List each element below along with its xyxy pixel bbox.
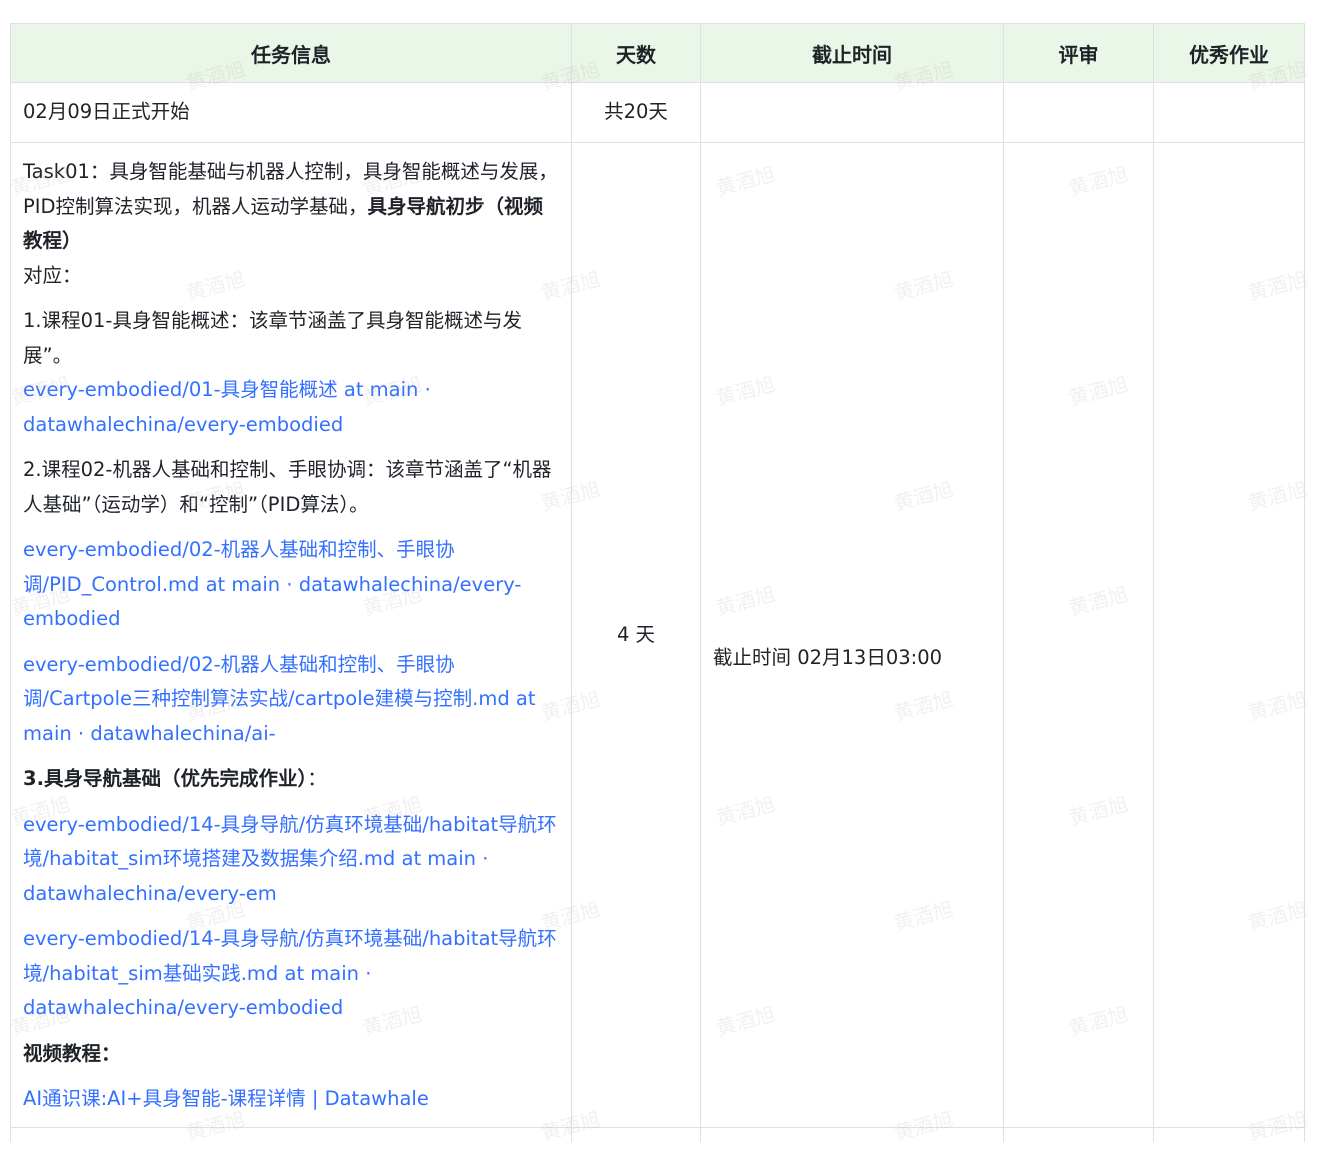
header-days: 天数 xyxy=(571,23,701,83)
cell-deadline xyxy=(700,82,1004,143)
cell-total-days: 共20天 xyxy=(571,82,701,143)
cell-next-task xyxy=(10,1126,572,1142)
task01-course3-bold: 3.具身导航基础（优先完成作业） xyxy=(23,767,308,790)
task-table: 任务信息 天数 截止时间 评审 优秀作业 02月09日正式开始 共20天 Tas… xyxy=(10,23,1305,1142)
header-deadline: 截止时间 xyxy=(700,23,1004,83)
cell-next-excellent xyxy=(1153,1126,1305,1142)
task01-link-course01[interactable]: every-embodied/01-具身智能概述 at main · dataw… xyxy=(23,373,559,442)
cell-task01-excellent-work xyxy=(1153,142,1305,1128)
table-row-next xyxy=(10,1126,1305,1142)
header-review: 评审 xyxy=(1003,23,1154,83)
table-row-task01: Task01：具身智能基础与机器人控制，具身智能概述与发展，PID控制算法实现，… xyxy=(10,142,1305,1128)
task01-link-habitat-setup[interactable]: every-embodied/14-具身导航/仿真环境基础/habitat导航环… xyxy=(23,808,559,912)
header-task-info: 任务信息 xyxy=(10,23,572,83)
cell-review xyxy=(1003,82,1154,143)
task-table-container: 任务信息 天数 截止时间 评审 优秀作业 02月09日正式开始 共20天 Tas… xyxy=(10,23,1305,1142)
table-header-row: 任务信息 天数 截止时间 评审 优秀作业 xyxy=(10,23,1305,83)
task01-link-habitat-practice[interactable]: every-embodied/14-具身导航/仿真环境基础/habitat导航环… xyxy=(23,922,559,1026)
task01-link-pid-control[interactable]: every-embodied/02-机器人基础和控制、手眼协调/PID_Cont… xyxy=(23,533,559,637)
cell-excellent-work xyxy=(1153,82,1305,143)
header-excellent-work: 优秀作业 xyxy=(1153,23,1305,83)
task01-video-label: 视频教程： xyxy=(23,1041,121,1065)
task01-course1: 1.课程01-具身智能概述：该章节涵盖了具身智能概述与发展”。 xyxy=(23,309,522,367)
cell-next-deadline xyxy=(700,1126,1004,1142)
cell-task01-review xyxy=(1003,142,1154,1128)
task01-link-cartpole[interactable]: every-embodied/02-机器人基础和控制、手眼协调/Cartpole… xyxy=(23,648,559,752)
task01-course3-colon: ： xyxy=(307,767,327,790)
task01-link-video-course[interactable]: AI通识课:AI+具身智能-课程详情 | Datawhale xyxy=(23,1082,559,1117)
task01-course3: 3.具身导航基础（优先完成作业）： xyxy=(23,762,559,797)
cell-next-review xyxy=(1003,1126,1154,1142)
cell-next-days xyxy=(571,1126,701,1142)
task01-correspond: 对应： xyxy=(23,263,82,287)
table-row: 02月09日正式开始 共20天 xyxy=(10,82,1305,143)
cell-task01-days: 4 天 xyxy=(571,142,701,1128)
task01-intro: Task01：具身智能基础与机器人控制，具身智能概述与发展，PID控制算法实现，… xyxy=(23,155,559,259)
cell-task01-info: Task01：具身智能基础与机器人控制，具身智能概述与发展，PID控制算法实现，… xyxy=(10,142,572,1128)
cell-task01-deadline: 截止时间 02月13日03:00 xyxy=(700,142,1004,1128)
task01-course2: 2.课程02-机器人基础和控制、手眼协调：该章节涵盖了“机器人基础”（运动学）和… xyxy=(23,458,552,516)
cell-task-start: 02月09日正式开始 xyxy=(10,82,572,143)
